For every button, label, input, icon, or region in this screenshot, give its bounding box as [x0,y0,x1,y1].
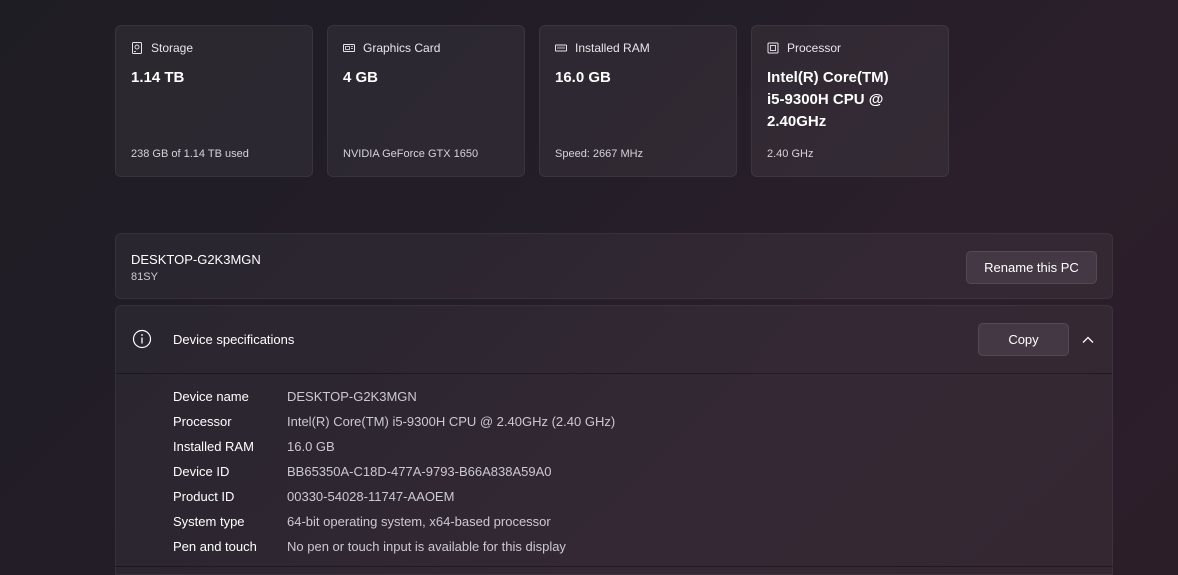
spec-label: Installed RAM [173,439,254,454]
pc-name-panel: DESKTOP-G2K3MGN 81SY Rename this PC [115,233,1113,299]
info-icon [132,329,152,349]
storage-icon [132,42,142,54]
divider [115,566,1113,567]
spec-row-device-name: Device name DESKTOP-G2K3MGN [173,384,615,409]
processor-card[interactable]: Processor Intel(R) Core(TM) i5-9300H CPU… [751,25,949,177]
summary-cards: Storage 1.14 TB 238 GB of 1.14 TB used G… [115,25,949,177]
spec-value: No pen or touch input is available for t… [287,539,566,554]
spec-label: Device name [173,389,249,404]
card-footer: 238 GB of 1.14 TB used [131,148,249,160]
card-header: Graphics Card [343,41,509,55]
card-value: 16.0 GB [555,69,611,86]
spec-value: 16.0 GB [287,439,335,454]
ram-card[interactable]: Installed RAM 16.0 GB Speed: 2667 MHz [539,25,737,177]
pc-model: 81SY [131,271,158,283]
device-specifications-header[interactable]: Device specifications Copy [116,306,1112,374]
card-value: Intel(R) Core(TM) i5-9300H CPU @ 2.40GHz [767,69,889,130]
spec-row-device-id: Device ID BB65350A-C18D-477A-9793-B66A83… [173,459,615,484]
card-value: 4 GB [343,69,379,86]
pc-name: DESKTOP-G2K3MGN [131,252,261,267]
ram-icon [555,44,567,52]
rename-pc-button[interactable]: Rename this PC [966,251,1097,284]
spec-value: 00330-54028-11747-AAOEM [287,489,455,504]
graphics-card-card[interactable]: Graphics Card 4 GB NVIDIA GeForce GTX 16… [327,25,525,177]
spec-label: System type [173,514,245,529]
device-specifications-panel: Device specifications Copy Device name D… [115,305,1113,575]
chevron-up-icon[interactable] [1079,331,1097,349]
copy-button[interactable]: Copy [978,323,1069,356]
spec-value: Intel(R) Core(TM) i5-9300H CPU @ 2.40GHz… [287,414,616,429]
spec-label: Product ID [173,489,235,504]
spec-label: Device ID [173,464,230,479]
card-title: Processor [787,41,842,55]
spec-row-pen-and-touch: Pen and touch No pen or touch input is a… [173,534,615,559]
spec-label: Pen and touch [173,539,257,554]
spec-row-installed-ram: Installed RAM 16.0 GB [173,434,615,459]
spec-value: 64-bit operating system, x64-based proce… [287,514,551,529]
device-specifications-title: Device specifications [173,332,295,347]
card-value: 1.14 TB [131,69,185,86]
processor-icon [767,42,779,54]
spec-row-product-id: Product ID 00330-54028-11747-AAOEM [173,484,615,509]
spec-row-system-type: System type 64-bit operating system, x64… [173,509,615,534]
card-header: Storage [131,41,297,55]
card-title: Installed RAM [575,41,650,55]
card-footer: Speed: 2667 MHz [555,148,644,160]
spec-value: DESKTOP-G2K3MGN [287,389,417,404]
spec-value: BB65350A-C18D-477A-9793-B66A838A59A0 [287,464,552,479]
card-footer: 2.40 GHz [767,148,814,160]
graphics-card-icon [343,44,355,52]
card-header: Installed RAM [555,41,721,55]
spec-row-processor: Processor Intel(R) Core(TM) i5-9300H CPU… [173,409,615,434]
card-title: Storage [151,41,194,55]
spec-rows: Device name DESKTOP-G2K3MGN Processor In… [173,384,615,559]
card-title: Graphics Card [363,41,441,55]
card-header: Processor [767,41,933,55]
card-footer: NVIDIA GeForce GTX 1650 [343,148,479,160]
storage-card[interactable]: Storage 1.14 TB 238 GB of 1.14 TB used [115,25,313,177]
spec-label: Processor [173,414,232,429]
